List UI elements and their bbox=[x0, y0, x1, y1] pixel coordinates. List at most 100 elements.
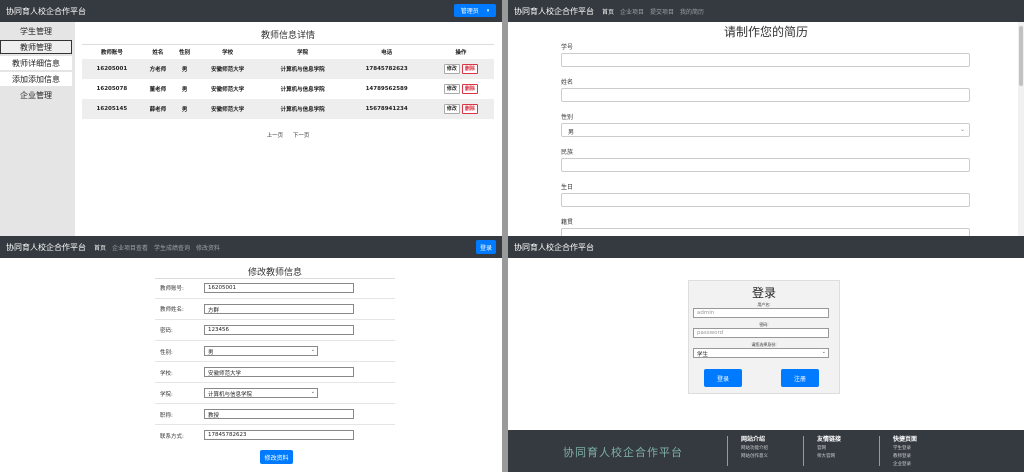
username-input[interactable]: admin bbox=[693, 308, 829, 318]
footer-col-head: 网站介绍 bbox=[741, 436, 766, 443]
school-label: 学校: bbox=[160, 371, 173, 377]
ethnicity-label: 民族 bbox=[561, 149, 574, 156]
admin-dropdown-button[interactable]: 管理员 ▾ bbox=[454, 4, 496, 17]
cell-actions: 修改 删除 bbox=[428, 79, 494, 99]
footer: 协同育人校企合作平台 网站介绍 网站功能介绍 网站创作意义 友情链接 官网 师大… bbox=[508, 430, 1024, 472]
submit-button[interactable]: 修改资料 bbox=[260, 450, 293, 464]
divider bbox=[155, 382, 395, 383]
delete-button[interactable]: 删除 bbox=[461, 104, 478, 114]
footer-col-links: 友情链接 官网 师大官网 bbox=[803, 434, 842, 468]
scrollbar-thumb[interactable] bbox=[1019, 26, 1023, 86]
name-input[interactable] bbox=[561, 88, 970, 102]
footer-link[interactable]: 网站创作意义 bbox=[741, 453, 768, 459]
brand[interactable]: 协同育人校企合作平台 bbox=[6, 242, 86, 253]
col-header: 学校 bbox=[195, 44, 260, 59]
footer-col-head: 友情链接 bbox=[817, 436, 842, 443]
resume-panel: 协同育人校企合作平台 首页 企业项目 提交项目 我的简历 请制作您的简历 学号 … bbox=[508, 0, 1024, 236]
next-page-link[interactable]: 下一页 bbox=[293, 133, 310, 139]
student-id-label: 学号 bbox=[561, 44, 574, 51]
chevron-down-icon: ⌄ bbox=[821, 349, 826, 355]
brand[interactable]: 协同育人校企合作平台 bbox=[6, 6, 86, 17]
col-header: 教师账号 bbox=[82, 44, 142, 59]
edit-teacher-panel: 协同育人校企合作平台 首页 企业项目查看 学生成绩查询 修改资料 登录 修改教师… bbox=[0, 236, 502, 472]
sidebar: 学生管理 教师管理 教师详细信息 添加添加信息 企业管理 bbox=[0, 22, 75, 236]
hometown-label: 籍贯 bbox=[561, 219, 574, 226]
login-button[interactable]: 登录 bbox=[476, 240, 496, 254]
footer-col-quick: 快捷页面 学生登录 教师登录 企业登录 bbox=[879, 434, 917, 468]
footer-link[interactable]: 师大官网 bbox=[817, 453, 841, 459]
col-header: 操作 bbox=[427, 44, 494, 59]
pagination: 上一页 下一页 bbox=[82, 131, 494, 139]
teacher-table: 教师账号 姓名 性别 学校 学院 电话 操作 16205001 方老师 男 安徽… bbox=[82, 44, 494, 119]
cell-school: 安徽师范大学 bbox=[211, 86, 245, 93]
title-input[interactable]: 教授 bbox=[204, 409, 354, 419]
college-value: 计算机与信息学院 bbox=[208, 392, 253, 398]
nav-links: 首页 企业项目查看 学生成绩查询 修改资料 bbox=[94, 243, 226, 252]
student-id-input[interactable] bbox=[561, 53, 970, 67]
footer-link[interactable]: 网站功能介绍 bbox=[741, 445, 768, 451]
birthday-input[interactable] bbox=[561, 193, 970, 207]
divider bbox=[155, 361, 395, 362]
role-select[interactable]: 学生 ⌄ bbox=[693, 348, 829, 358]
delete-button[interactable]: 删除 bbox=[461, 84, 478, 94]
sidebar-item-teacher[interactable]: 教师管理 bbox=[0, 40, 72, 54]
col-header: 学院 bbox=[259, 44, 346, 59]
phone-input[interactable]: 17845782623 bbox=[204, 430, 354, 440]
cell-actions: 修改 删除 bbox=[427, 58, 494, 79]
sidebar-item-teacher-detail[interactable]: 教师详细信息 bbox=[0, 56, 72, 70]
hometown-input[interactable] bbox=[561, 228, 970, 236]
footer-link[interactable]: 教师登录 bbox=[893, 453, 917, 459]
nav-edit-profile[interactable]: 修改资料 bbox=[196, 243, 220, 252]
prev-page-link[interactable]: 上一页 bbox=[267, 133, 284, 139]
edit-button[interactable]: 修改 bbox=[443, 84, 460, 94]
cell-college: 计算机与信息学院 bbox=[259, 58, 346, 79]
divider bbox=[879, 436, 880, 466]
footer-link[interactable]: 官网 bbox=[817, 445, 841, 451]
nav-submit-project[interactable]: 提交项目 bbox=[650, 7, 674, 16]
divider bbox=[155, 340, 395, 341]
nav-grades[interactable]: 学生成绩查询 bbox=[154, 243, 190, 252]
sidebar-item-student[interactable]: 学生管理 bbox=[0, 24, 72, 38]
chevron-down-icon: ⌄ bbox=[959, 126, 965, 133]
college-select[interactable]: 计算机与信息学院 ⌄ bbox=[204, 388, 318, 398]
divider bbox=[155, 403, 395, 404]
cell-actions: 修改 删除 bbox=[427, 98, 494, 119]
footer-link[interactable]: 企业登录 bbox=[893, 461, 917, 467]
login-button[interactable]: 登录 bbox=[704, 369, 742, 387]
cell-sex: 男 bbox=[173, 58, 196, 79]
account-input[interactable]: 16205001 bbox=[204, 283, 354, 293]
sidebar-item-add-info[interactable]: 添加添加信息 bbox=[0, 72, 72, 86]
login-title: 登录 bbox=[751, 286, 776, 300]
sex-select[interactable]: 男 ⌄ bbox=[561, 123, 970, 137]
nav-company-projects[interactable]: 企业项目查看 bbox=[112, 243, 148, 252]
birthday-label: 生日 bbox=[561, 184, 574, 191]
edit-button[interactable]: 修改 bbox=[443, 64, 460, 74]
name-input[interactable]: 方群 bbox=[204, 304, 354, 314]
ethnicity-input[interactable] bbox=[561, 158, 970, 172]
nav-my-resume[interactable]: 我的简历 bbox=[680, 7, 704, 16]
school-input[interactable]: 安徽师范大学 bbox=[204, 367, 354, 377]
page-title: 修改教师信息 bbox=[155, 265, 395, 279]
footer-link[interactable]: 学生登录 bbox=[893, 445, 917, 451]
register-button[interactable]: 注册 bbox=[781, 369, 819, 387]
chevron-down-icon: ⌄ bbox=[310, 389, 315, 395]
brand[interactable]: 协同育人校企合作平台 bbox=[514, 6, 594, 17]
sex-label: 性别 bbox=[561, 114, 574, 121]
divider bbox=[155, 298, 395, 299]
nav-home[interactable]: 首页 bbox=[602, 7, 614, 16]
divider bbox=[727, 436, 728, 466]
cell-phone: 14789562589 bbox=[365, 85, 408, 92]
sex-select[interactable]: 男 ⌄ bbox=[204, 346, 318, 356]
delete-button[interactable]: 删除 bbox=[461, 64, 478, 74]
sex-label: 性别: bbox=[160, 350, 173, 356]
cell-id: 16205078 bbox=[96, 85, 128, 92]
edit-button[interactable]: 修改 bbox=[443, 104, 460, 114]
nav-home[interactable]: 首页 bbox=[94, 243, 106, 252]
brand[interactable]: 协同育人校企合作平台 bbox=[514, 242, 594, 253]
sidebar-item-company[interactable]: 企业管理 bbox=[0, 88, 72, 102]
password-input[interactable]: password bbox=[693, 328, 829, 338]
scrollbar[interactable] bbox=[1018, 22, 1024, 236]
nav-company-projects[interactable]: 企业项目 bbox=[620, 7, 644, 16]
footer-brand: 协同育人校企合作平台 bbox=[563, 446, 683, 459]
password-input[interactable]: 123456 bbox=[204, 325, 354, 335]
